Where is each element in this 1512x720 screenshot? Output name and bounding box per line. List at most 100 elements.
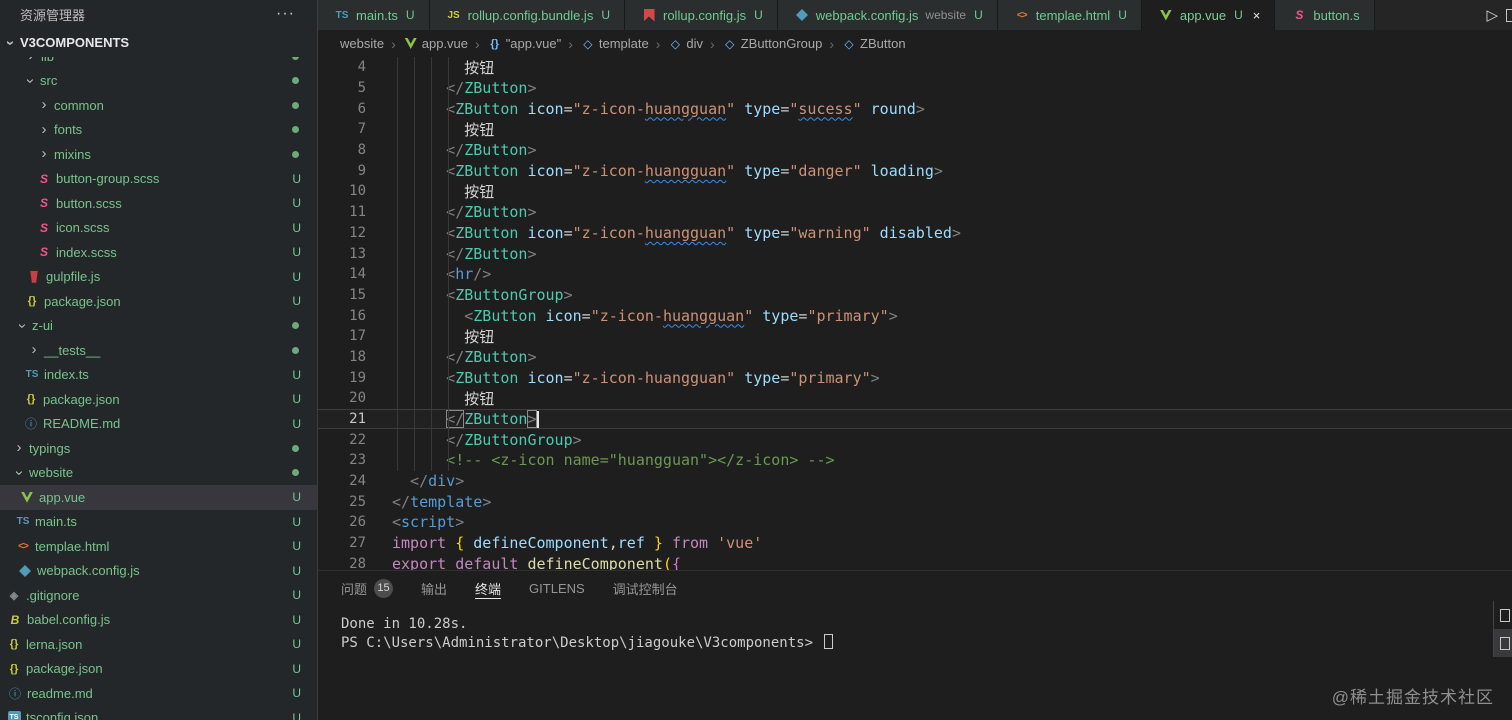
tree-item-readme.md[interactable]: ⓘ readme.md U xyxy=(0,681,317,706)
tree-item-__tests__[interactable]: › __tests__ xyxy=(0,338,317,363)
code-line-28: 28 export default defineComponent({ xyxy=(318,554,1512,570)
code-text: </template> xyxy=(392,492,492,511)
tree-item-label: index.ts xyxy=(44,367,89,383)
tab-templae.html[interactable]: <> templae.html U xyxy=(997,0,1142,30)
explorer-sidebar: 资源管理器 ··· › V3COMPONENTS ›lib›src›common… xyxy=(0,0,318,720)
tree-item-babel.config.js[interactable]: Bbabel.config.js U xyxy=(0,608,317,633)
line-number: 20 xyxy=(349,390,366,407)
tree-item-lib[interactable]: › lib xyxy=(0,57,317,69)
tree-item-common[interactable]: › common xyxy=(0,93,317,118)
webpack-icon xyxy=(794,8,810,22)
terminal-instance[interactable] xyxy=(1494,601,1512,629)
code-line-5: 5 </ZButton> xyxy=(318,78,1512,99)
code-line-7: 7 按钮 xyxy=(318,119,1512,140)
tree-item-package.json[interactable]: {} package.json U xyxy=(0,387,317,412)
tab-button.s[interactable]: Sbutton.s xyxy=(1275,0,1375,30)
tab-main.ts[interactable]: TS main.ts U xyxy=(318,0,430,30)
cube-icon: ◇ xyxy=(844,36,854,51)
panel-tab-label: 终端 xyxy=(475,581,502,597)
code-line-25: 25 </template> xyxy=(318,491,1512,512)
terminal-instance-selected[interactable] xyxy=(1494,629,1512,657)
tree-item-webpack.config.js[interactable]: webpack.config.js U xyxy=(0,559,317,584)
code-text: <script> xyxy=(392,513,465,532)
close-icon[interactable]: × xyxy=(1253,8,1261,23)
tree-item-fonts[interactable]: › fonts xyxy=(0,118,317,143)
untracked-badge: U xyxy=(292,392,301,407)
html-icon: <> xyxy=(1016,9,1028,21)
tree-item-z-ui[interactable]: › z-ui xyxy=(0,314,317,339)
panel-tab-label: 输出 xyxy=(421,581,448,597)
line-number: 7 xyxy=(357,121,366,138)
tab-rollup.config.bundle.js[interactable]: JS rollup.config.bundle.js U xyxy=(429,0,625,30)
terminal-output[interactable]: Done in 10.28s. PS C:\Users\Administrator… xyxy=(318,605,1512,653)
tree-item-label: app.vue xyxy=(39,489,86,505)
panel-tab-问题[interactable]: 问题 15 xyxy=(341,571,394,605)
panel-tab-GITLENS[interactable]: GITLENS xyxy=(529,571,585,605)
tree-item-app.vue[interactable]: app.vue U xyxy=(0,485,317,510)
tree-item-label: fonts xyxy=(54,122,83,138)
more-actions-icon[interactable]: ··· xyxy=(276,5,295,23)
breadcrumb-item-ZButtonGroup[interactable]: ◇ ZButtonGroup xyxy=(722,36,822,51)
tree-item-mixins[interactable]: › mixins xyxy=(0,142,317,167)
tree-item-button-group.scss[interactable]: Sbutton-group.scss U xyxy=(0,167,317,192)
breadcrumb-item-app.vue[interactable]: app.vue xyxy=(403,36,468,51)
explorer-header: 资源管理器 ··· xyxy=(0,0,317,28)
tab-label: rollup.config.bundle.js xyxy=(467,7,594,23)
tree-item-tsconfig.json[interactable]: TS tsconfig.json U xyxy=(0,706,317,720)
code-text: import { defineComponent,ref } from 'vue… xyxy=(392,534,763,553)
untracked-badge: U xyxy=(292,661,301,676)
breadcrumb-item-website[interactable]: website xyxy=(340,36,384,51)
tree-item-main.ts[interactable]: TS main.ts U xyxy=(0,510,317,535)
line-number: 12 xyxy=(349,224,366,241)
code-text: </div> xyxy=(392,472,465,491)
code-text: </ZButton> xyxy=(392,244,537,263)
tree-item-README.md[interactable]: ⓘ README.md U xyxy=(0,412,317,437)
breadcrumb-label: "app.vue" xyxy=(505,36,562,51)
tree-item-website[interactable]: › website xyxy=(0,461,317,486)
tab-rollup.config.js[interactable]: rollup.config.js U xyxy=(625,0,778,30)
project-section-header[interactable]: › V3COMPONENTS xyxy=(0,28,317,57)
untracked-badge: U xyxy=(292,637,301,652)
code-lines: 4 按钮 5 </ZButton> 6 <ZButton icon="z-icon-… xyxy=(318,57,1512,570)
terminal-instance-list[interactable] xyxy=(1493,601,1512,657)
tab-dirty-badge: U xyxy=(974,8,983,22)
line-number: 18 xyxy=(349,348,366,365)
breadcrumb-item-div[interactable]: ◇ div xyxy=(667,36,703,51)
tree-item-typings[interactable]: › typings xyxy=(0,436,317,461)
code-editor[interactable]: 4 按钮 5 </ZButton> 6 <ZButton icon="z-icon-… xyxy=(318,57,1512,570)
tree-item-button.scss[interactable]: Sbutton.scss U xyxy=(0,191,317,216)
panel-tab-输出[interactable]: 输出 xyxy=(421,571,447,605)
code-text: 按钮 xyxy=(392,182,495,201)
tree-item-.gitignore[interactable]: ◈ .gitignore U xyxy=(0,583,317,608)
editor-actions: ▷ xyxy=(1486,0,1512,30)
tree-item-templae.html[interactable]: <> templae.html U xyxy=(0,534,317,559)
line-number: 9 xyxy=(357,162,366,179)
tree-item-src[interactable]: › src xyxy=(0,69,317,94)
tree-item-label: index.scss xyxy=(56,244,117,260)
babel-icon: B xyxy=(10,612,20,627)
breadcrumb-item-template[interactable]: ◇ template xyxy=(580,36,649,51)
info-icon: ⓘ xyxy=(24,417,37,432)
tree-item-package.json[interactable]: {} package.json U xyxy=(0,289,317,314)
tree-item-package.json[interactable]: {} package.json U xyxy=(0,657,317,682)
tab-webpack.config.js[interactable]: webpack.config.js website U xyxy=(777,0,998,30)
tree-item-icon.scss[interactable]: Sicon.scss U xyxy=(0,216,317,241)
tab-app.vue[interactable]: app.vue U × xyxy=(1141,0,1276,30)
tree-item-gulpfile.js[interactable]: gulpfile.js U xyxy=(0,265,317,290)
panel-tab-终端[interactable]: 终端 xyxy=(475,571,502,605)
modified-dot-badge xyxy=(292,322,299,330)
panel-tab-调试控制台[interactable]: 调试控制台 xyxy=(613,571,678,605)
tree-item-index.scss[interactable]: Sindex.scss U xyxy=(0,240,317,265)
code-text: <hr/> xyxy=(392,265,492,284)
tab-dirty-badge: U xyxy=(1234,8,1243,22)
code-line-22: 22 </ZButtonGroup> xyxy=(318,429,1512,450)
split-editor-icon[interactable] xyxy=(1506,8,1512,22)
tab-label: button.s xyxy=(1313,7,1360,23)
untracked-badge: U xyxy=(292,563,301,578)
run-code-icon[interactable]: ▷ xyxy=(1486,6,1498,24)
tree-item-lerna.json[interactable]: {} lerna.json U xyxy=(0,632,317,657)
tree-item-index.ts[interactable]: TS index.ts U xyxy=(0,363,317,388)
code-text: </ZButton> xyxy=(446,410,539,429)
breadcrumb-item-ZButton[interactable]: ◇ ZButton xyxy=(841,36,905,51)
breadcrumb-item-app.vue[interactable]: {} "app.vue" xyxy=(487,36,562,51)
